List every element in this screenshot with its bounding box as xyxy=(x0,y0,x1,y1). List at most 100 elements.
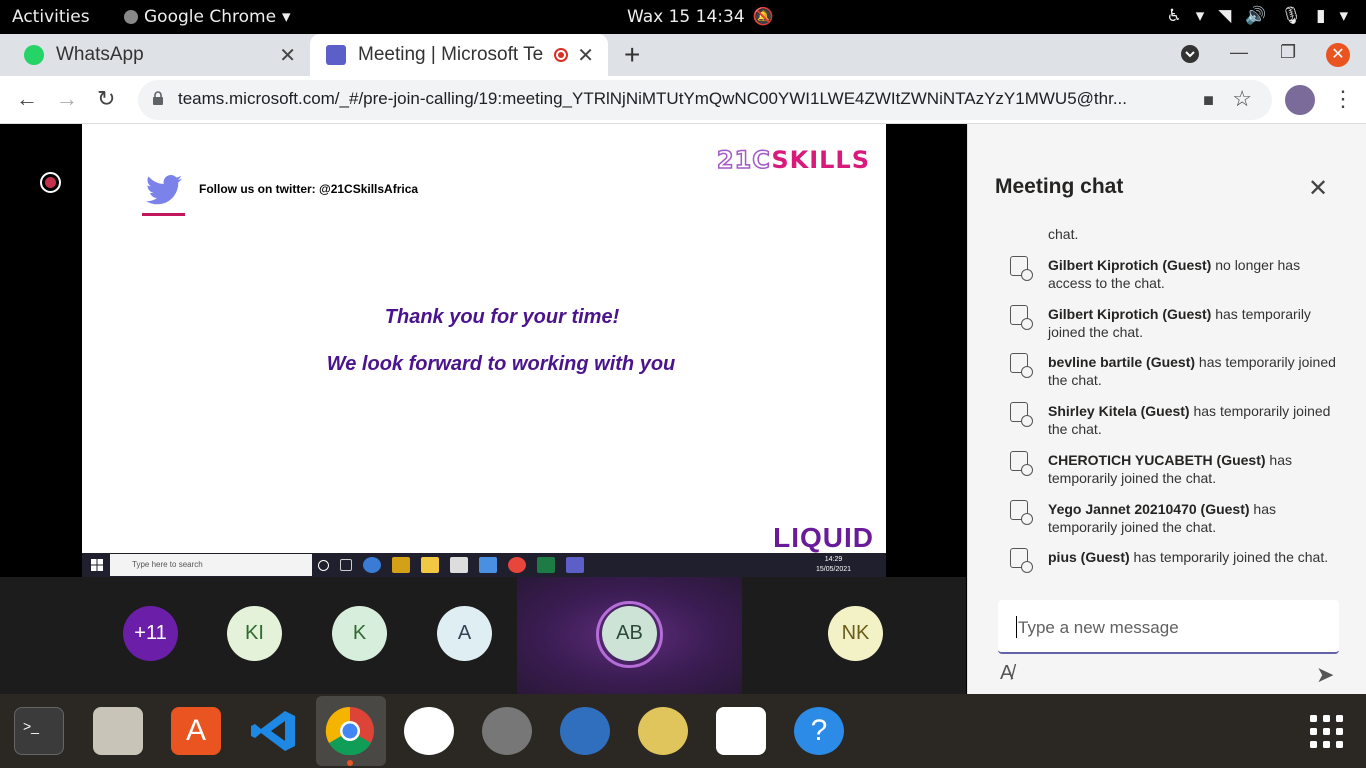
tab-strip: WhatsApp ✕ Meeting | Microsoft Te ✕ + — … xyxy=(0,34,1366,76)
files-icon[interactable] xyxy=(93,707,143,755)
slack-icon[interactable] xyxy=(404,707,454,755)
settings-icon[interactable] xyxy=(482,707,532,755)
battery-icon: ▮ xyxy=(1316,6,1326,26)
teams-icon xyxy=(566,557,584,573)
rhythmbox-icon[interactable] xyxy=(638,707,688,755)
liquid-logo: LIQUID xyxy=(773,522,874,553)
slide-subheading: We look forward to working with you xyxy=(326,353,676,375)
follow-text: Follow us on twitter: @21CSkillsAfrica xyxy=(199,182,419,196)
activities-button[interactable]: Activities xyxy=(12,7,90,27)
member-event-icon xyxy=(1010,548,1033,573)
close-window-button[interactable]: ✕ xyxy=(1326,43,1350,67)
profile-avatar[interactable] xyxy=(1285,85,1315,115)
meeting-chat-panel: Meeting chat ✕ chat. Gilbert Kiprotich (… xyxy=(967,124,1366,694)
thunderbird-icon[interactable] xyxy=(560,707,610,755)
chat-event: Gilbert Kiprotich (Guest) no longer has … xyxy=(968,254,1366,298)
system-top-bar: Activities Google Chrome ▾ Wax 15 14:34 … xyxy=(0,0,1366,34)
participant-avatar[interactable]: K xyxy=(332,606,387,661)
software-center-icon[interactable]: A xyxy=(171,707,221,755)
task-view-icon xyxy=(340,559,352,571)
chat-event: pius (Guest) has temporarily joined the … xyxy=(968,546,1366,588)
chrome-small-icon xyxy=(124,10,138,24)
microphone-icon: 🎙 xyxy=(1280,6,1303,26)
windows-search-box: Type here to search xyxy=(110,554,312,576)
tab-search-icon[interactable] xyxy=(1180,44,1200,69)
maximize-button[interactable]: ❐ xyxy=(1280,42,1296,63)
participant-strip: +11 KI K A AB NK xyxy=(0,577,966,694)
member-event-icon xyxy=(1010,451,1033,476)
dock: >_ A ? xyxy=(0,694,1366,768)
participant-avatar[interactable]: A xyxy=(437,606,492,661)
slide-heading: Thank you for your time! xyxy=(384,306,620,328)
menu-kebab-icon[interactable]: ⋮ xyxy=(1332,86,1354,112)
lock-icon xyxy=(153,91,163,105)
url-text[interactable]: teams.microsoft.com/_#/pre-join-calling/… xyxy=(178,89,1178,109)
message-placeholder: Type a new message xyxy=(1018,618,1179,637)
chat-title: Meeting chat xyxy=(995,175,1124,198)
new-tab-button[interactable]: + xyxy=(624,39,640,71)
chrome-icon[interactable] xyxy=(325,706,375,756)
member-event-icon xyxy=(1010,500,1033,525)
libreoffice-writer-icon[interactable] xyxy=(716,707,766,755)
tab-teams-meeting[interactable]: Meeting | Microsoft Te ✕ xyxy=(310,34,608,76)
meeting-stage: 21CSKILLS Follow us on twitter: @21CSkil… xyxy=(0,124,966,694)
message-input[interactable]: Type a new message xyxy=(998,600,1339,654)
tab-whatsapp[interactable]: WhatsApp ✕ xyxy=(0,34,310,76)
more-participants-button[interactable]: +11 xyxy=(123,606,178,661)
close-tab-icon[interactable]: ✕ xyxy=(279,43,296,68)
shared-screen-slide: 21CSKILLS Follow us on twitter: @21CSkil… xyxy=(82,124,886,553)
camera-icon[interactable]: ■ xyxy=(1203,90,1214,111)
text-caret xyxy=(1016,616,1017,638)
toolbar: ← → ↻ teams.microsoft.com/_#/pre-join-ca… xyxy=(0,76,1366,124)
back-button[interactable]: ← xyxy=(16,86,38,112)
shared-windows-taskbar: Type here to search 14:29 15/05/2021 xyxy=(82,553,886,577)
cortana-icon xyxy=(318,560,329,571)
address-bar[interactable]: teams.microsoft.com/_#/pre-join-calling/… xyxy=(138,80,1272,120)
caret-down-icon: ▾ xyxy=(1339,6,1348,26)
windows-clock: 14:29 15/05/2021 xyxy=(816,556,852,573)
excel-icon xyxy=(537,557,555,573)
help-icon[interactable]: ? xyxy=(794,707,844,755)
participant-avatar[interactable]: KI xyxy=(227,606,282,661)
tab-title: WhatsApp xyxy=(56,44,144,65)
outlook-icon xyxy=(392,557,410,573)
recording-icon xyxy=(40,172,61,193)
accessibility-icon[interactable]: ♿ xyxy=(1166,6,1181,26)
clock[interactable]: Wax 15 14:34 🔕 xyxy=(627,7,774,27)
bookmark-star-icon[interactable]: ☆ xyxy=(1232,86,1252,112)
reload-button[interactable]: ↻ xyxy=(97,86,115,112)
wifi-icon: ◥ xyxy=(1218,6,1232,26)
chat-message-list[interactable]: chat. Gilbert Kiprotich (Guest) no longe… xyxy=(968,224,1366,588)
close-tab-icon[interactable]: ✕ xyxy=(577,43,594,68)
edge-icon xyxy=(363,557,381,573)
close-chat-icon[interactable]: ✕ xyxy=(1308,174,1328,203)
caret-down-icon: ▾ xyxy=(282,7,291,27)
chat-event: CHEROTICH YUCABETH (Guest) has temporari… xyxy=(968,449,1366,493)
forward-button[interactable]: → xyxy=(56,86,78,112)
send-icon[interactable]: ➤ xyxy=(1316,662,1334,688)
participant-avatar[interactable]: NK xyxy=(828,606,883,661)
app-menu[interactable]: Google Chrome ▾ xyxy=(124,7,291,27)
truncated-message: chat. xyxy=(1048,226,1079,242)
terminal-icon[interactable]: >_ xyxy=(14,707,64,755)
twitter-icon xyxy=(146,175,182,205)
system-tray[interactable]: ♿ ▾ ◥ 🔊 🎙 ▮ ▾ xyxy=(1166,6,1348,26)
show-applications-icon[interactable] xyxy=(1309,714,1345,750)
whatsapp-icon xyxy=(24,45,44,65)
running-indicator xyxy=(347,760,353,766)
windows-start-icon xyxy=(91,559,103,571)
member-event-icon xyxy=(1010,353,1033,378)
vscode-icon[interactable] xyxy=(249,707,299,755)
app-menu-label: Google Chrome xyxy=(144,7,277,27)
minimize-button[interactable]: — xyxy=(1230,42,1248,63)
member-event-icon xyxy=(1010,305,1033,330)
notifications-muted-icon: 🔕 xyxy=(752,7,774,27)
clock-label: Wax 15 14:34 xyxy=(627,7,745,27)
member-event-icon xyxy=(1010,256,1033,281)
store-icon xyxy=(450,557,468,573)
brand-logo: 21CSKILLS xyxy=(716,145,870,175)
divider xyxy=(142,213,185,216)
format-icon[interactable]: A̸ xyxy=(1000,662,1013,685)
participant-avatar[interactable]: AB xyxy=(602,606,657,661)
taskbar-apps xyxy=(318,557,584,573)
